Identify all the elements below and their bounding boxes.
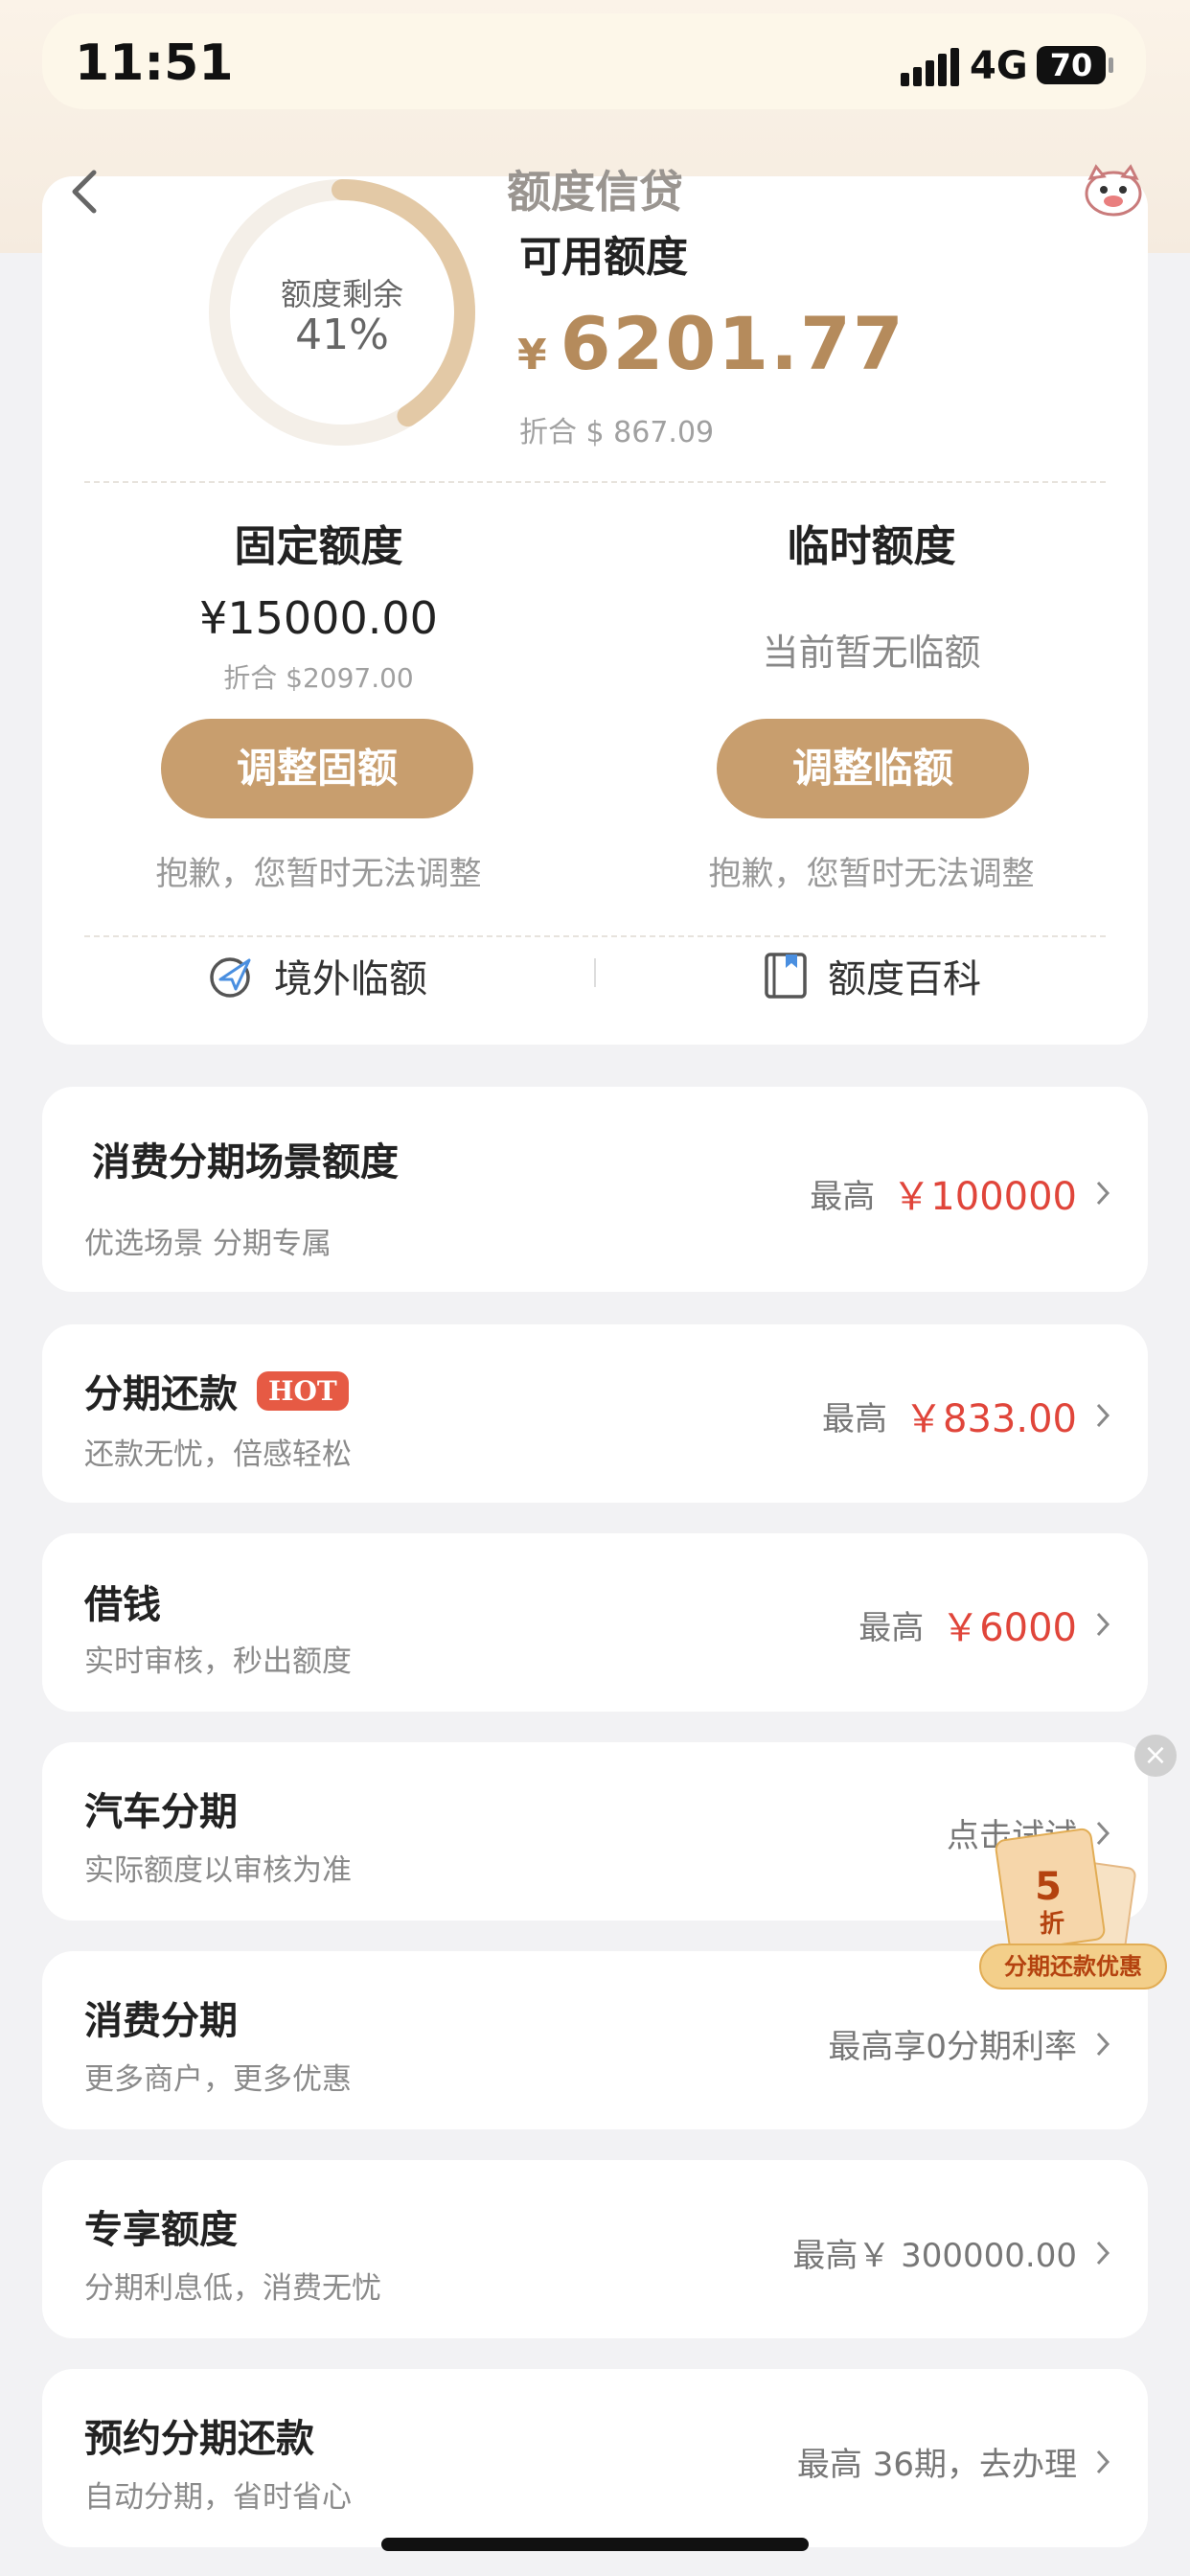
value-amount: ￥100000 bbox=[892, 1175, 1077, 1219]
item-title: 预约分期还款 bbox=[84, 2417, 314, 2461]
hot-badge: HOT bbox=[257, 1370, 349, 1411]
ring-label: 额度剩余 bbox=[280, 276, 403, 312]
status-time: 11:51 bbox=[75, 34, 234, 92]
overseas-limit-label: 境外临额 bbox=[274, 957, 427, 1001]
temporary-limit-section: 临时额度 当前暂无临额 调整临额 抱歉，您暂时无法调整 bbox=[595, 512, 1148, 914]
item-value: 最高￥ 300000.00 bbox=[792, 2229, 1111, 2276]
ring-percent: 41% bbox=[295, 310, 389, 359]
value-prefix: 最高 bbox=[858, 1608, 925, 1647]
value-amount: ￥833.00 bbox=[904, 1397, 1077, 1441]
available-converted: 折合 $ 867.09 bbox=[519, 416, 715, 449]
chevron-right-icon bbox=[1096, 1181, 1110, 1206]
item-subtitle: 更多商户，更多优惠 bbox=[84, 2062, 352, 2097]
fixed-limit-section: 固定额度 ¥15000.00 折合 $2097.00 调整固额 抱歉，您暂时无法… bbox=[42, 512, 595, 914]
promo-close-button[interactable]: × bbox=[1134, 1735, 1177, 1777]
chevron-right-icon bbox=[1096, 2241, 1110, 2265]
available-title: 可用额度 bbox=[519, 233, 688, 282]
mascot-icon[interactable] bbox=[1081, 161, 1146, 218]
page-title: 额度信贷 bbox=[507, 166, 683, 218]
value-text: 最高￥ 300000.00 bbox=[792, 2237, 1077, 2275]
list-item-scheduled-repayment[interactable]: 预约分期还款 自动分期，省时省心 最高 36期，去办理 bbox=[42, 2369, 1148, 2547]
book-icon bbox=[765, 953, 807, 999]
item-title: 分期还款 HOT bbox=[84, 1363, 349, 1418]
list-item-exclusive-limit[interactable]: 专享额度 分期利息低，消费无忧 最高￥ 300000.00 bbox=[42, 2160, 1148, 2338]
chevron-right-icon bbox=[1096, 1403, 1110, 1428]
network-type: 4G bbox=[970, 44, 1028, 88]
item-title: 消费分期场景额度 bbox=[92, 1140, 399, 1184]
item-title: 专享额度 bbox=[84, 2208, 238, 2252]
item-subtitle: 实时审核，秒出额度 bbox=[84, 1644, 352, 1679]
plane-globe-icon bbox=[210, 957, 251, 998]
item-subtitle: 实际额度以审核为准 bbox=[84, 1853, 352, 1888]
value-text: 最高享0分期利率 bbox=[828, 2028, 1077, 2066]
item-subtitle: 自动分期，省时省心 bbox=[84, 2480, 352, 2515]
promo-discount-number: 5 bbox=[1035, 1865, 1062, 1909]
coupon-icon: 5 折 bbox=[995, 1828, 1136, 1952]
available-amount: ¥6201.77 bbox=[517, 301, 905, 386]
chevron-right-icon bbox=[1096, 1612, 1110, 1637]
item-value: 最高享0分期利率 bbox=[828, 2020, 1111, 2067]
overseas-limit-link[interactable]: 境外临额 bbox=[207, 947, 427, 1004]
temporary-title: 临时额度 bbox=[787, 522, 956, 571]
fixed-note: 抱歉，您暂时无法调整 bbox=[155, 855, 482, 893]
repayment-discount-promo[interactable]: 5 折 分期还款优惠 bbox=[979, 1825, 1167, 1997]
item-title-text: 分期还款 bbox=[84, 1372, 238, 1416]
item-subtitle: 分期利息低，消费无忧 bbox=[84, 2271, 381, 2306]
value-text: 最高 36期，去办理 bbox=[796, 2446, 1077, 2484]
item-value: 最高 36期，去办理 bbox=[797, 2438, 1111, 2485]
value-prefix: 最高 bbox=[822, 1399, 888, 1438]
adjust-fixed-button[interactable]: 调整固额 bbox=[161, 719, 473, 818]
fixed-converted: 折合 $2097.00 bbox=[223, 662, 414, 694]
list-item-installment-repayment[interactable]: 分期还款 HOT 还款无忧，倍感轻松 最高 ￥833.00 bbox=[42, 1324, 1148, 1503]
limit-wiki-label: 额度百科 bbox=[828, 957, 981, 1001]
value-prefix: 最高 bbox=[810, 1177, 876, 1216]
fixed-title: 固定额度 bbox=[234, 522, 403, 571]
limit-wiki-link[interactable]: 额度百科 bbox=[761, 947, 981, 1004]
temporary-empty: 当前暂无临额 bbox=[762, 632, 981, 674]
promo-discount-unit: 折 bbox=[1040, 1910, 1064, 1939]
list-item-scene-installment[interactable]: 消费分期场景额度 优选场景 分期专属 最高 ￥100000 bbox=[42, 1087, 1148, 1292]
item-subtitle: 还款无忧，倍感轻松 bbox=[84, 1438, 352, 1472]
item-title: 汽车分期 bbox=[84, 1790, 238, 1834]
credit-limit-page: 11:51 4G 70 额度剩余 41% 可用额度 ¥6201.77 折合 $ … bbox=[0, 0, 1190, 2576]
value-amount: ￥6000 bbox=[941, 1606, 1077, 1650]
item-title: 借钱 bbox=[84, 1583, 161, 1627]
list-item-borrow[interactable]: 借钱 实时审核，秒出额度 最高 ￥6000 bbox=[42, 1533, 1148, 1712]
item-subtitle: 优选场景 分期专属 bbox=[84, 1227, 332, 1261]
currency-symbol: ¥ bbox=[517, 331, 547, 380]
remaining-ring: 额度剩余 41% bbox=[184, 176, 500, 493]
credit-summary-card: 额度剩余 41% 可用额度 ¥6201.77 折合 $ 867.09 固定额度 … bbox=[42, 176, 1148, 1045]
fixed-amount: ¥15000.00 bbox=[199, 592, 438, 644]
item-value: 最高 ￥833.00 bbox=[822, 1388, 1111, 1443]
chevron-right-icon bbox=[1096, 2032, 1110, 2056]
chevron-right-icon bbox=[1096, 2450, 1110, 2473]
links-divider bbox=[594, 958, 596, 987]
quick-links: 境外临额 额度百科 bbox=[42, 926, 1148, 1022]
adjust-temporary-button[interactable]: 调整临额 bbox=[717, 719, 1029, 818]
divider bbox=[84, 481, 1106, 483]
temporary-note: 抱歉，您暂时无法调整 bbox=[708, 855, 1035, 893]
item-value: 最高 ￥6000 bbox=[858, 1597, 1111, 1652]
home-indicator bbox=[381, 2538, 809, 2551]
available-amount-value: 6201.77 bbox=[560, 301, 905, 386]
promo-label: 分期还款优惠 bbox=[979, 1944, 1167, 1990]
item-title: 消费分期 bbox=[84, 1999, 238, 2043]
battery-icon: 70 bbox=[1037, 46, 1113, 84]
signal-icon bbox=[901, 48, 959, 86]
item-value: 最高 ￥100000 bbox=[810, 1165, 1111, 1221]
